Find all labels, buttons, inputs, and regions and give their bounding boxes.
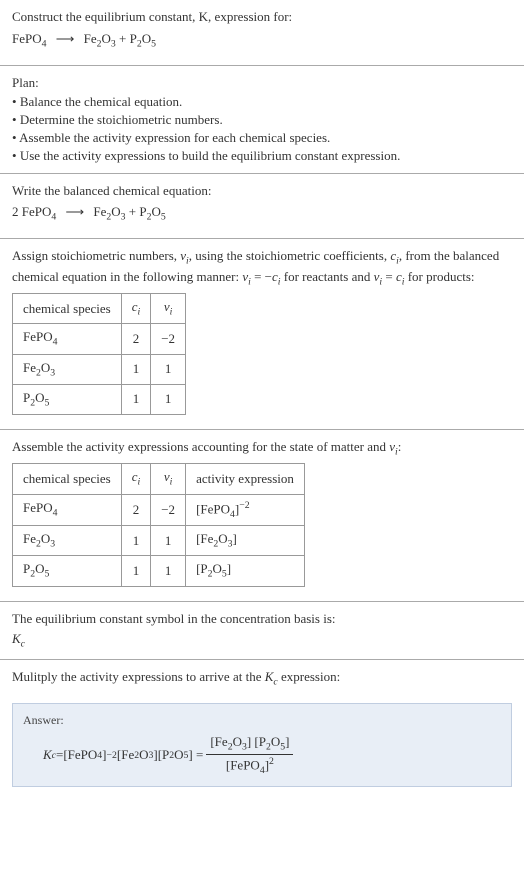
table-cell: P2O5 — [13, 384, 122, 414]
table-row: FePO4 2 −2 [FePO4]−2 — [13, 494, 305, 526]
table-cell: [P2O5] — [186, 556, 305, 586]
fraction: [Fe2O3] [P2O5] [FePO4]2 — [206, 733, 293, 778]
table-cell: 1 — [121, 556, 151, 586]
table-header: ci — [121, 464, 151, 494]
arrow-icon: ⟶ — [56, 30, 75, 48]
assign-text: Assign stoichiometric numbers, νi, using… — [12, 247, 512, 289]
multiply-section: Mulitply the activity expressions to arr… — [0, 660, 524, 697]
table-header: ci — [121, 294, 151, 324]
plan-item: Determine the stoichiometric numbers. — [12, 111, 512, 129]
table-cell: Fe2O3 — [13, 354, 122, 384]
table-cell: 1 — [121, 526, 151, 556]
table-cell: [FePO4]−2 — [186, 494, 305, 526]
kc-symbol: Kc — [12, 630, 512, 651]
answer-equation: Kc = [FePO4]−2 [Fe2O3] [P2O5] = [Fe2O3] … — [23, 733, 501, 778]
plan-item: Assemble the activity expression for eac… — [12, 129, 512, 147]
table-cell: 1 — [151, 526, 186, 556]
plan-list: Balance the chemical equation. Determine… — [12, 93, 512, 166]
balanced-equation: 2 FePO4 ⟶ Fe2O3 + P2O5 — [12, 203, 512, 224]
table-row: P2O5 1 1 [P2O5] — [13, 556, 305, 586]
stoich-table: chemical species ci νi FePO4 2 −2 Fe2O3 … — [12, 293, 186, 415]
intro-section: Construct the equilibrium constant, K, e… — [0, 0, 524, 65]
table-header: chemical species — [13, 464, 122, 494]
balanced-section: Write the balanced chemical equation: 2 … — [0, 174, 524, 237]
assemble-section: Assemble the activity expressions accoun… — [0, 430, 524, 601]
table-row: P2O5 1 1 — [13, 384, 186, 414]
answer-box: Answer: Kc = [FePO4]−2 [Fe2O3] [P2O5] = … — [12, 703, 512, 787]
plan-item: Use the activity expressions to build th… — [12, 147, 512, 165]
activity-table: chemical species ci νi activity expressi… — [12, 463, 305, 586]
table-row: Fe2O3 1 1 — [13, 354, 186, 384]
table-header: νi — [151, 464, 186, 494]
table-header: activity expression — [186, 464, 305, 494]
table-cell: 1 — [151, 556, 186, 586]
plan-item: Balance the chemical equation. — [12, 93, 512, 111]
initial-equation: FePO4 ⟶ Fe2O3 + P2O5 — [12, 30, 512, 51]
table-row: Fe2O3 1 1 [Fe2O3] — [13, 526, 305, 556]
symbol-text: The equilibrium constant symbol in the c… — [12, 610, 512, 628]
plan-section: Plan: Balance the chemical equation. Det… — [0, 66, 524, 173]
table-cell: P2O5 — [13, 556, 122, 586]
plan-title: Plan: — [12, 74, 512, 92]
table-cell: 1 — [151, 354, 186, 384]
table-cell: FePO4 — [13, 324, 122, 354]
table-cell: 1 — [151, 384, 186, 414]
table-row: FePO4 2 −2 — [13, 324, 186, 354]
table-cell: FePO4 — [13, 494, 122, 526]
table-cell: Fe2O3 — [13, 526, 122, 556]
assemble-text: Assemble the activity expressions accoun… — [12, 438, 512, 459]
table-cell: [Fe2O3] — [186, 526, 305, 556]
table-cell: 2 — [121, 324, 151, 354]
answer-label: Answer: — [23, 712, 501, 729]
arrow-icon: ⟶ — [66, 203, 85, 221]
table-cell: −2 — [151, 324, 186, 354]
balanced-text: Write the balanced chemical equation: — [12, 182, 512, 200]
table-header: chemical species — [13, 294, 122, 324]
assign-section: Assign stoichiometric numbers, νi, using… — [0, 239, 524, 429]
table-cell: 2 — [121, 494, 151, 526]
construct-text: Construct the equilibrium constant, K, e… — [12, 8, 512, 26]
table-header: νi — [151, 294, 186, 324]
multiply-text: Mulitply the activity expressions to arr… — [12, 668, 512, 689]
table-header-row: chemical species ci νi — [13, 294, 186, 324]
table-cell: 1 — [121, 384, 151, 414]
table-header-row: chemical species ci νi activity expressi… — [13, 464, 305, 494]
table-cell: 1 — [121, 354, 151, 384]
symbol-section: The equilibrium constant symbol in the c… — [0, 602, 524, 659]
table-cell: −2 — [151, 494, 186, 526]
